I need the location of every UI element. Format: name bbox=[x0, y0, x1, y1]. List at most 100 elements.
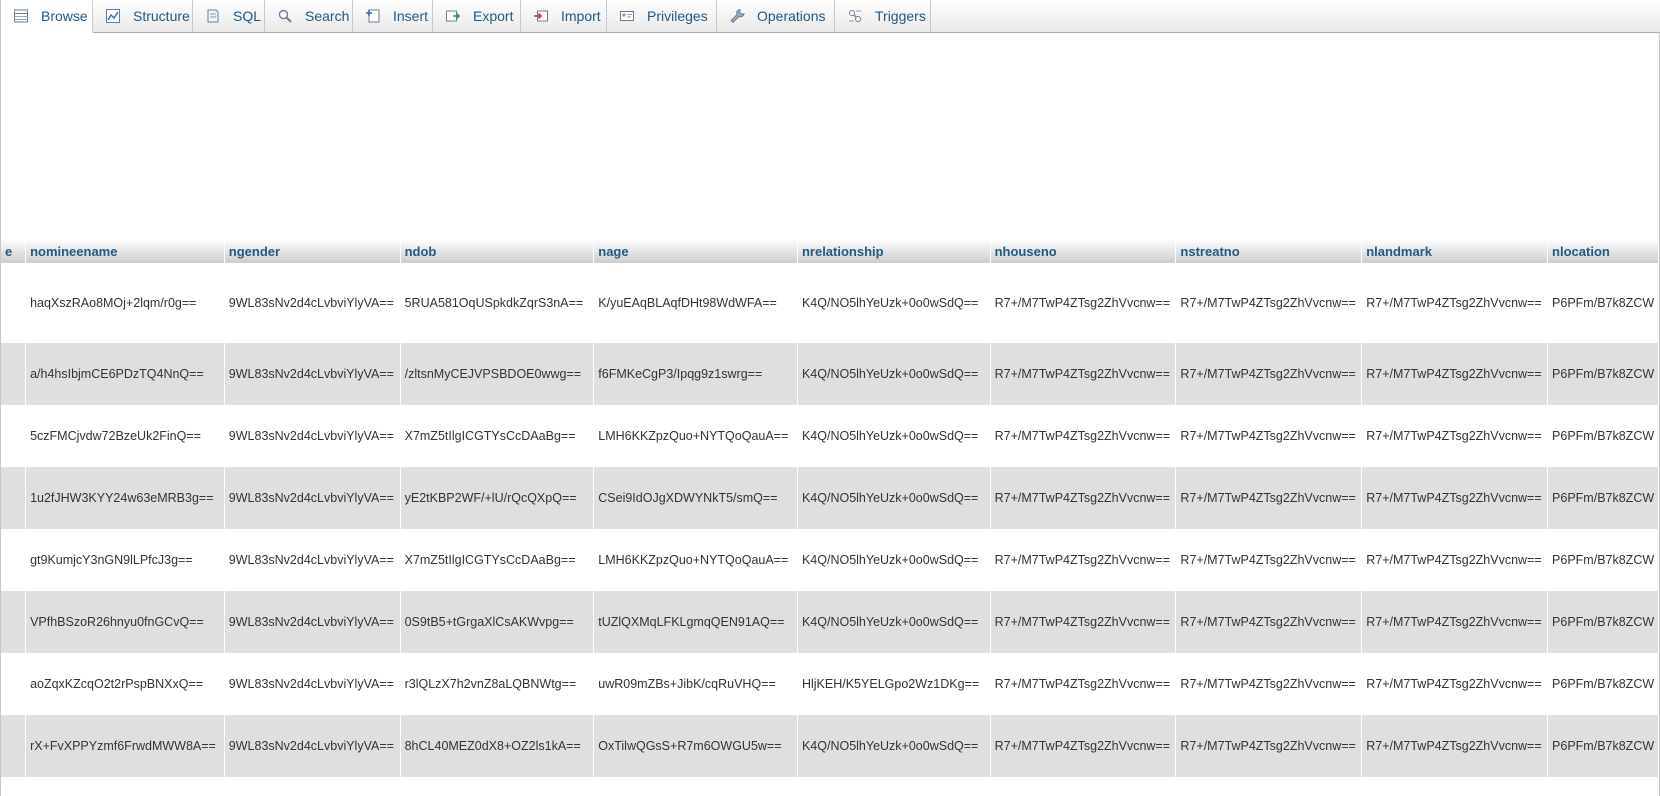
tab-label: Triggers bbox=[875, 8, 926, 24]
column-header[interactable]: nage bbox=[593, 239, 798, 263]
table-cell bbox=[1, 715, 26, 777]
table-cell: K4Q/NO5lhYeUzk+0o0wSdQ== bbox=[797, 405, 991, 467]
table-cell: K4Q/NO5lhYeUzk+0o0wSdQ== bbox=[797, 263, 991, 343]
table-cell: HljKEH/K5YELGpo2Wz1DKg== bbox=[797, 653, 991, 715]
tab-label: Search bbox=[305, 8, 350, 24]
table-cell: R7+/M7TwP4ZTsg2ZhVvcnw== bbox=[1175, 263, 1362, 343]
import-icon bbox=[533, 7, 549, 25]
tab-privileges[interactable]: Privileges bbox=[607, 0, 717, 32]
table-cell: K4Q/NO5lhYeUzk+0o0wSdQ== bbox=[797, 343, 991, 405]
table-cell: yE2tKBP2WF/+lU/rQcQXpQ== bbox=[400, 467, 594, 529]
column-header[interactable]: nrelationship bbox=[797, 239, 991, 263]
table-cell: R7+/M7TwP4ZTsg2ZhVvcnw== bbox=[1361, 529, 1548, 591]
tab-sql[interactable]: SQL bbox=[193, 0, 265, 32]
table-cell: R7+/M7TwP4ZTsg2ZhVvcnw== bbox=[1361, 343, 1548, 405]
table-cell: haqXszRAo8MOj+2lqm/r0g== bbox=[25, 263, 225, 343]
table-cell: OxTilwQGsS+R7m6OWGU5w== bbox=[593, 715, 798, 777]
privileges-icon bbox=[619, 7, 635, 25]
column-header[interactable]: e bbox=[1, 239, 27, 263]
column-header[interactable]: nlandmark bbox=[1361, 239, 1549, 263]
table-row[interactable]: rX+FvXPPYzmf6FrwdMWW8A== 9WL83sNv2d4cLvb… bbox=[1, 715, 1659, 777]
table-cell: R7+/M7TwP4ZTsg2ZhVvcnw== bbox=[990, 405, 1176, 467]
column-header[interactable]: ngender bbox=[224, 239, 401, 263]
table-cell: r3lQLzX7h2vnZ8aLQBNWtg== bbox=[400, 653, 594, 715]
table-cell: 9WL83sNv2d4cLvbviYlyVA== bbox=[224, 343, 401, 405]
table-cell: a/h4hsIbjmCE6PDzTQ4NnQ== bbox=[25, 343, 225, 405]
table-row[interactable]: gt9KumjcY3nGN9lLPfcJ3g== 9WL83sNv2d4cLvb… bbox=[1, 529, 1659, 591]
table-cell: R7+/M7TwP4ZTsg2ZhVvcnw== bbox=[1361, 653, 1548, 715]
table-cell: X7mZ5tIlgICGTYsCcDAaBg== bbox=[400, 529, 594, 591]
column-header[interactable]: nlocation bbox=[1547, 239, 1659, 263]
table-cell bbox=[1, 405, 26, 467]
table-cell: tUZlQXMqLFKLgmqQEN91AQ== bbox=[593, 591, 798, 653]
table-cell: K4Q/NO5lhYeUzk+0o0wSdQ== bbox=[797, 715, 991, 777]
table-cell: 0S9tB5+tGrgaXlCsAKWvpg== bbox=[400, 591, 594, 653]
table-cell: /zltsnMyCEJVPSBDOE0wwg== bbox=[400, 343, 594, 405]
table-cell bbox=[1, 467, 26, 529]
table-cell: R7+/M7TwP4ZTsg2ZhVvcnw== bbox=[1175, 529, 1362, 591]
search-icon bbox=[277, 7, 293, 25]
table-cell: P6PFm/B7k8ZCW bbox=[1547, 263, 1659, 343]
operations-icon bbox=[729, 7, 745, 25]
tab-import[interactable]: Import bbox=[521, 0, 607, 32]
table-cell: LMH6KKZpzQuo+NYTQoQauA== bbox=[593, 405, 798, 467]
tab-browse[interactable]: Browse bbox=[1, 0, 93, 33]
column-header[interactable]: nstreatno bbox=[1175, 239, 1363, 263]
tab-triggers[interactable]: Triggers bbox=[835, 0, 931, 32]
sql-icon bbox=[205, 7, 221, 25]
export-icon bbox=[445, 7, 461, 25]
table-cell: R7+/M7TwP4ZTsg2ZhVvcnw== bbox=[990, 263, 1176, 343]
tab-operations[interactable]: Operations bbox=[717, 0, 835, 32]
tab-label: Import bbox=[561, 8, 601, 24]
table-cell: 8hCL40MEZ0dX8+OZ2ls1kA== bbox=[400, 715, 594, 777]
browse-panel: Browse Structure SQL Search Insert Expor… bbox=[0, 0, 1660, 796]
table-cell: R7+/M7TwP4ZTsg2ZhVvcnw== bbox=[990, 715, 1176, 777]
structure-icon bbox=[105, 7, 121, 25]
table-cell: R7+/M7TwP4ZTsg2ZhVvcnw== bbox=[1175, 343, 1362, 405]
tab-structure[interactable]: Structure bbox=[93, 0, 193, 32]
table-cell: 5czFMCjvdw72BzeUk2FinQ== bbox=[25, 405, 225, 467]
table-cell: R7+/M7TwP4ZTsg2ZhVvcnw== bbox=[1361, 715, 1548, 777]
table-cell: LMH6KKZpzQuo+NYTQoQauA== bbox=[593, 529, 798, 591]
tab-label: Export bbox=[473, 8, 514, 24]
table-cell: 9WL83sNv2d4cLvbviYlyVA== bbox=[224, 653, 401, 715]
tab-label: SQL bbox=[233, 8, 262, 24]
table-cell: 1u2fJHW3KYY24w63eMRB3g== bbox=[25, 467, 225, 529]
table-cell: 9WL83sNv2d4cLvbviYlyVA== bbox=[224, 405, 401, 467]
table-row[interactable]: 5czFMCjvdw72BzeUk2FinQ== 9WL83sNv2d4cLvb… bbox=[1, 405, 1659, 467]
column-header[interactable]: ndob bbox=[400, 239, 595, 263]
table-row[interactable]: haqXszRAo8MOj+2lqm/r0g== 9WL83sNv2d4cLvb… bbox=[1, 263, 1659, 343]
table-cell: R7+/M7TwP4ZTsg2ZhVvcnw== bbox=[990, 591, 1176, 653]
table-row[interactable]: 1u2fJHW3KYY24w63eMRB3g== 9WL83sNv2d4cLvb… bbox=[1, 467, 1659, 529]
table-cell: X7mZ5tIlgICGTYsCcDAaBg== bbox=[400, 405, 594, 467]
table-cell: aoZqxKZcqO2t2rPspBNXxQ== bbox=[25, 653, 225, 715]
table-row[interactable]: aoZqxKZcqO2t2rPspBNXxQ== 9WL83sNv2d4cLvb… bbox=[1, 653, 1659, 715]
table-cell: R7+/M7TwP4ZTsg2ZhVvcnw== bbox=[1175, 467, 1362, 529]
column-header[interactable]: nomineename bbox=[25, 239, 225, 263]
tab-export[interactable]: Export bbox=[433, 0, 521, 32]
tab-label: Operations bbox=[757, 8, 826, 24]
insert-icon bbox=[365, 7, 381, 25]
table-cell: K4Q/NO5lhYeUzk+0o0wSdQ== bbox=[797, 467, 991, 529]
table-cell: R7+/M7TwP4ZTsg2ZhVvcnw== bbox=[1361, 405, 1548, 467]
column-header[interactable]: nhouseno bbox=[990, 239, 1177, 263]
tab-search[interactable]: Search bbox=[265, 0, 353, 32]
table-cell: 9WL83sNv2d4cLvbviYlyVA== bbox=[224, 263, 401, 343]
table-cell: rX+FvXPPYzmf6FrwdMWW8A== bbox=[25, 715, 225, 777]
table-cell: R7+/M7TwP4ZTsg2ZhVvcnw== bbox=[1361, 591, 1548, 653]
table-cell: K4Q/NO5lhYeUzk+0o0wSdQ== bbox=[797, 529, 991, 591]
table-cell: 9WL83sNv2d4cLvbviYlyVA== bbox=[224, 591, 401, 653]
table-cell: R7+/M7TwP4ZTsg2ZhVvcnw== bbox=[1361, 467, 1548, 529]
table-cell: 5RUA581OqUSpkdkZqrS3nA== bbox=[400, 263, 594, 343]
results-table: e nomineename ngender ndob nage nrelatio… bbox=[1, 239, 1659, 777]
table-row[interactable]: VPfhBSzoR26hnyu0fnGCvQ== 9WL83sNv2d4cLvb… bbox=[1, 591, 1659, 653]
header-row: e nomineename ngender ndob nage nrelatio… bbox=[1, 239, 1659, 263]
table-row[interactable]: a/h4hsIbjmCE6PDzTQ4NnQ== 9WL83sNv2d4cLvb… bbox=[1, 343, 1659, 405]
table-cell: R7+/M7TwP4ZTsg2ZhVvcnw== bbox=[1175, 653, 1362, 715]
table-cell: K4Q/NO5lhYeUzk+0o0wSdQ== bbox=[797, 591, 991, 653]
tab-label: Privileges bbox=[647, 8, 708, 24]
table-cell: R7+/M7TwP4ZTsg2ZhVvcnw== bbox=[1361, 263, 1548, 343]
tab-insert[interactable]: Insert bbox=[353, 0, 433, 32]
table-cell: 9WL83sNv2d4cLvbviYlyVA== bbox=[224, 529, 401, 591]
table-cell: R7+/M7TwP4ZTsg2ZhVvcnw== bbox=[1175, 715, 1362, 777]
